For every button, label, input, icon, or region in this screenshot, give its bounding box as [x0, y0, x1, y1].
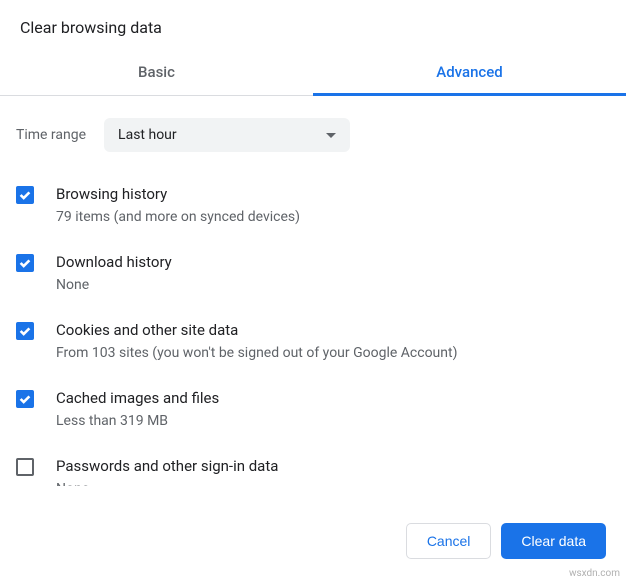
- list-item: Browsing history 79 items (and more on s…: [16, 174, 614, 238]
- item-desc: None: [56, 275, 614, 296]
- item-title: Cookies and other site data: [56, 320, 614, 341]
- clear-data-button[interactable]: Clear data: [501, 523, 606, 559]
- time-range-label: Time range: [16, 127, 86, 143]
- chevron-down-icon: [326, 133, 336, 138]
- item-text: Browsing history 79 items (and more on s…: [56, 184, 614, 228]
- time-range-dropdown[interactable]: Last hour: [104, 118, 350, 152]
- item-desc: None: [56, 479, 614, 486]
- time-range-selected: Last hour: [118, 127, 177, 143]
- cancel-button[interactable]: Cancel: [406, 523, 492, 559]
- item-title: Download history: [56, 252, 614, 273]
- dialog-footer: Cancel Clear data: [0, 505, 626, 581]
- list-item: Cookies and other site data From 103 sit…: [16, 310, 614, 374]
- item-title: Browsing history: [56, 184, 614, 205]
- list-item: Download history None: [16, 242, 614, 306]
- list-item: Passwords and other sign-in data None: [16, 446, 614, 486]
- checkbox-download-history[interactable]: [16, 254, 34, 272]
- tab-basic[interactable]: Basic: [0, 51, 313, 95]
- checkbox-browsing-history[interactable]: [16, 186, 34, 204]
- checkbox-passwords[interactable]: [16, 458, 34, 476]
- item-desc: Less than 319 MB: [56, 411, 614, 432]
- tab-advanced[interactable]: Advanced: [313, 51, 626, 95]
- scroll-area[interactable]: Time range Last hour Browsing history 79…: [0, 96, 626, 486]
- item-text: Cached images and files Less than 319 MB: [56, 388, 614, 432]
- item-desc: From 103 sites (you won't be signed out …: [56, 343, 614, 364]
- tabs: Basic Advanced: [0, 51, 626, 96]
- checkbox-cached-images[interactable]: [16, 390, 34, 408]
- time-range-row: Time range Last hour: [16, 96, 614, 174]
- item-text: Cookies and other site data From 103 sit…: [56, 320, 614, 364]
- watermark: wsxdn.com: [569, 568, 620, 579]
- item-title: Passwords and other sign-in data: [56, 456, 614, 477]
- item-text: Passwords and other sign-in data None: [56, 456, 614, 486]
- list-item: Cached images and files Less than 319 MB: [16, 378, 614, 442]
- item-title: Cached images and files: [56, 388, 614, 409]
- item-text: Download history None: [56, 252, 614, 296]
- checkbox-cookies[interactable]: [16, 322, 34, 340]
- item-desc: 79 items (and more on synced devices): [56, 207, 614, 228]
- dialog-title: Clear browsing data: [0, 0, 626, 51]
